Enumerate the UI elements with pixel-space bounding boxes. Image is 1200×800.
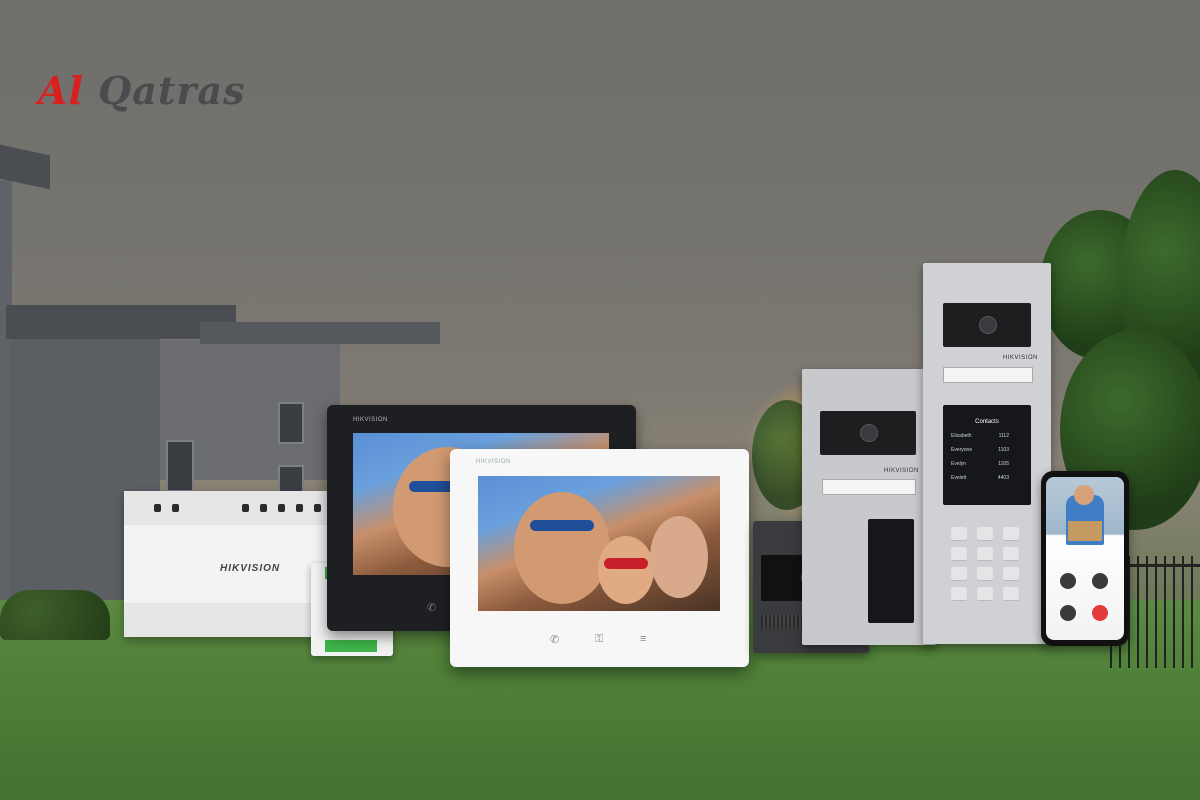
- building-roof: [200, 322, 440, 344]
- camera-lens: [979, 316, 997, 334]
- contact-name: Evelett: [951, 475, 967, 481]
- contacts-display: Contacts Elizabeth 1112 Everyone 1103 Ev…: [943, 405, 1031, 505]
- contact-name: Everyone: [951, 447, 973, 453]
- monitor-brand-label: HIKVISION: [353, 417, 388, 423]
- modular-door-station: HIKVISION: [802, 369, 936, 645]
- keypad: [951, 527, 1019, 601]
- logo-text-al: Al: [38, 68, 84, 113]
- woman-face: [650, 516, 708, 598]
- logo-text-qatras: Qatras: [98, 68, 246, 113]
- building-window: [278, 402, 304, 444]
- terminal-port: [172, 504, 179, 512]
- sunglasses: [604, 558, 648, 569]
- terminal-port: [154, 504, 161, 512]
- keypad-key: [951, 547, 967, 561]
- keypad-key: [977, 527, 993, 541]
- key-icon: ⚿: [595, 633, 604, 645]
- terminal-port: [314, 504, 321, 512]
- building-window: [166, 440, 194, 492]
- contact-room: 4403: [997, 475, 1009, 481]
- contact-room: 1103: [998, 447, 1009, 453]
- contact-row: Evelyn 1105: [951, 461, 1023, 471]
- camera-module: [943, 303, 1031, 347]
- phone-icon: ✆: [550, 634, 560, 646]
- indoor-monitor-white: HIKVISION ✆ ⚿ ≡: [450, 449, 749, 667]
- menu-icon: ≡: [640, 633, 647, 645]
- hedge: [0, 590, 110, 640]
- phone-icon: ✆: [427, 602, 437, 614]
- terminal-port: [296, 504, 303, 512]
- smartphone-app: [1041, 471, 1129, 646]
- unlock-button: [1092, 573, 1108, 589]
- terminal-port: [278, 504, 285, 512]
- keypad-key: [977, 547, 993, 561]
- contact-room: 1105: [998, 461, 1009, 467]
- keypad-key: [977, 567, 993, 581]
- contact-row: Everyone 1103: [951, 447, 1023, 457]
- monitor-screen: [478, 476, 720, 611]
- modular-door-station-tall: HIKVISION Contacts Elizabeth 1112 Everyo…: [923, 263, 1051, 644]
- package-box: [1068, 521, 1102, 541]
- distributor-brand-label: HIKVISION: [220, 563, 281, 574]
- name-plate: [822, 479, 916, 495]
- keypad-key: [951, 527, 967, 541]
- contacts-header: Contacts: [975, 419, 999, 425]
- keypad-key: [1003, 527, 1019, 541]
- terminal-port: [260, 504, 267, 512]
- keypad-key: [951, 567, 967, 581]
- person-face: [514, 492, 610, 604]
- keypad-key: [1003, 547, 1019, 561]
- terminal-port: [242, 504, 249, 512]
- monitor-brand-label: HIKVISION: [476, 459, 511, 465]
- contact-name: Evelyn: [951, 461, 967, 467]
- brand-logo: Al Qatras: [38, 68, 245, 113]
- station-brand-label: HIKVISION: [1003, 355, 1038, 361]
- person-face: [1074, 485, 1094, 505]
- contact-row: Elizabeth 1112: [951, 433, 1023, 443]
- mute-button: [1060, 573, 1076, 589]
- sunglasses: [530, 520, 594, 531]
- hangup-button: [1092, 605, 1108, 621]
- keypad-key: [951, 587, 967, 601]
- camera-lens: [860, 424, 878, 442]
- green-terminal-block: [325, 640, 377, 652]
- keypad-key: [1003, 567, 1019, 581]
- contact-row: Evelett 4403: [951, 475, 1023, 485]
- contact-room: 1112: [998, 433, 1009, 439]
- contact-name: Elizabeth: [951, 433, 972, 439]
- phone-screen: [1046, 477, 1124, 640]
- keypad-key: [977, 587, 993, 601]
- station-brand-label: HIKVISION: [884, 468, 919, 474]
- directory-display: [868, 519, 914, 623]
- camera-module: [820, 411, 916, 455]
- name-plate: [943, 367, 1033, 383]
- record-button: [1060, 605, 1076, 621]
- keypad-key: [1003, 587, 1019, 601]
- child-face: [598, 536, 654, 604]
